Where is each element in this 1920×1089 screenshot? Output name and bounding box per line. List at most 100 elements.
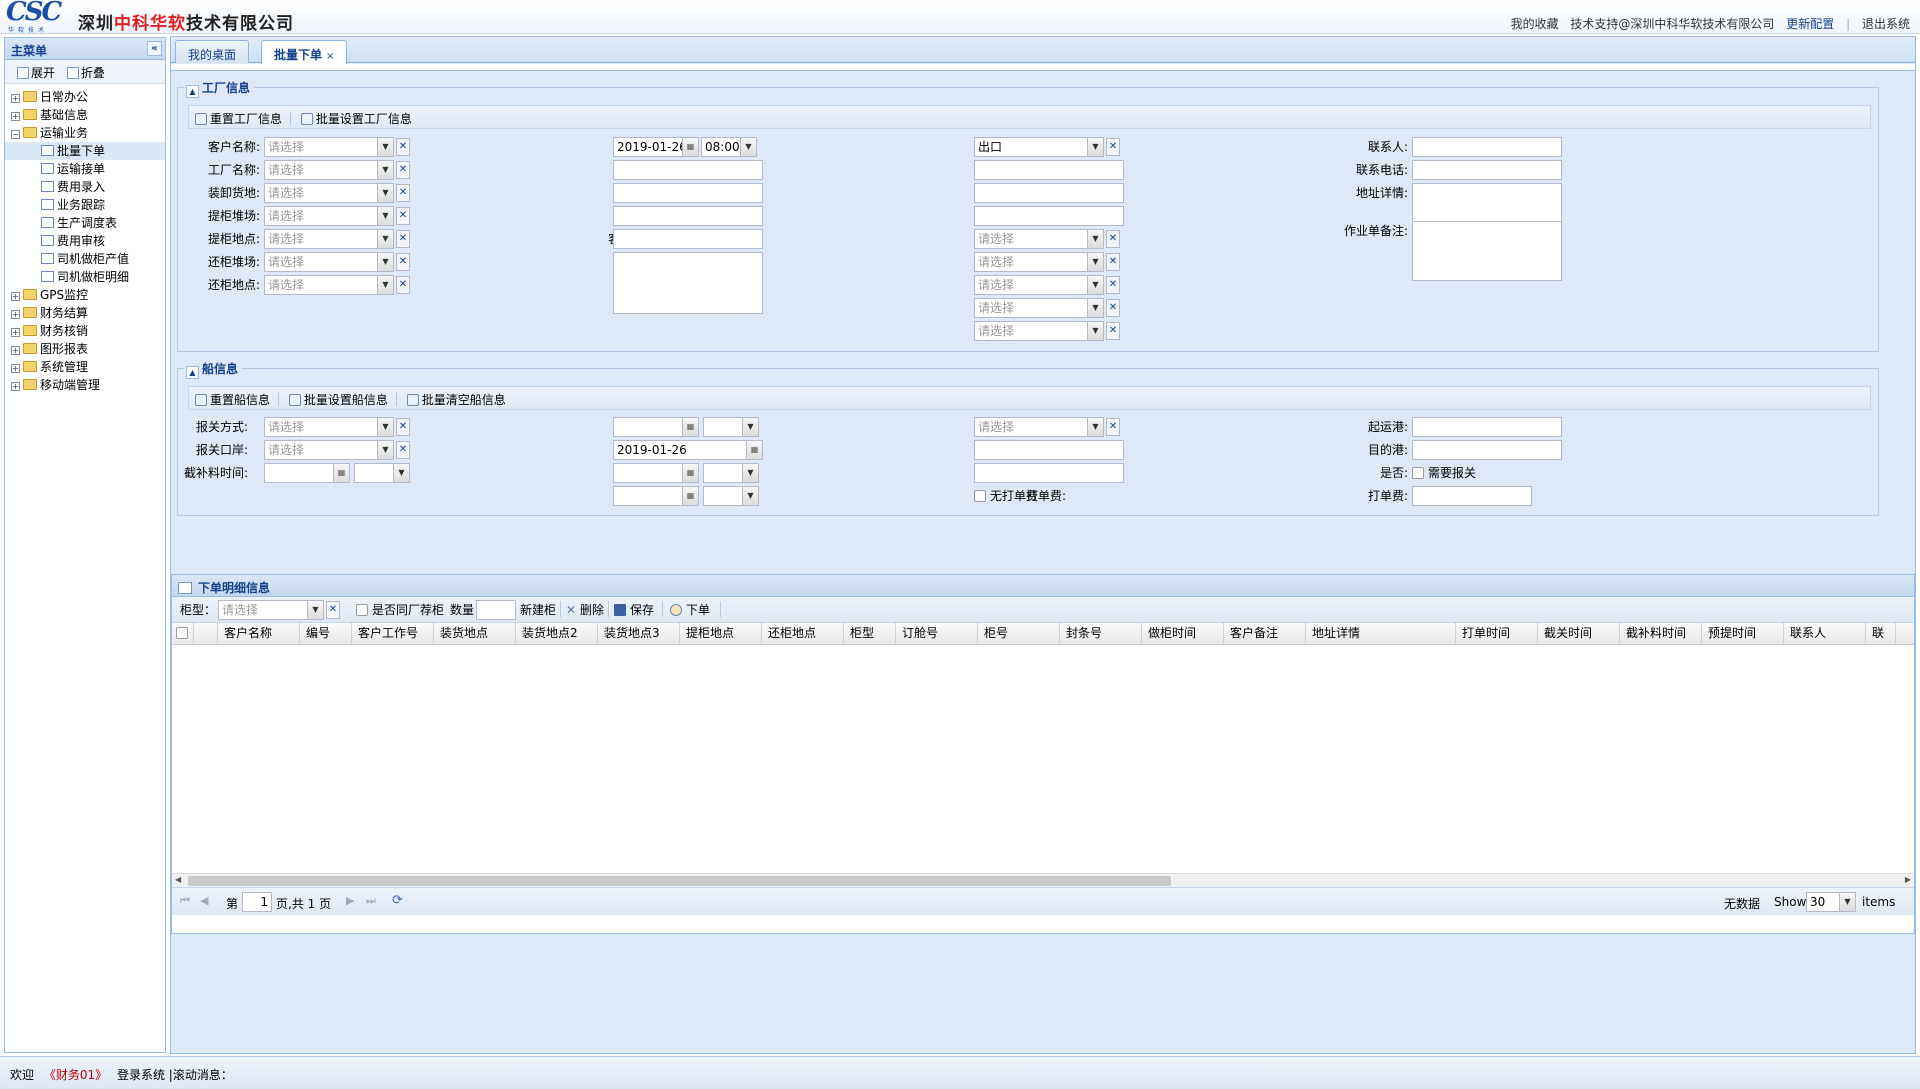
column-header[interactable]: 提柜地点 [680,623,762,644]
delete-button[interactable]: 删除 [580,600,604,620]
chevron-down-icon[interactable]: ▼ [378,440,394,460]
reset-ship-button[interactable]: 重置船信息 [195,391,270,408]
column-header[interactable]: 客户名称 [218,623,300,644]
date-input[interactable]: 2019-01-26 [613,440,747,460]
calendar-icon[interactable]: ▦ [334,463,350,483]
expand-node-icon[interactable]: + [11,328,20,337]
date-input[interactable] [264,463,334,483]
scroll-left-icon[interactable]: ◀ [175,875,181,884]
column-header[interactable]: 打单时间 [1456,623,1538,644]
favorites-link[interactable]: 我的收藏 [1511,17,1559,31]
collapse-sidebar-icon[interactable]: « [147,41,162,56]
prev-page-icon[interactable]: ◀ [200,894,208,907]
date-input[interactable] [613,463,683,483]
sidebar-folder[interactable]: + 移动端管理 [5,376,165,394]
column-header[interactable]: 柜号 [978,623,1060,644]
text-input[interactable] [613,252,763,314]
select-input[interactable]: 请选择 [264,183,378,203]
chevron-down-icon[interactable]: ▼ [378,275,394,295]
column-header[interactable]: 客户工作号 [352,623,434,644]
select-input[interactable]: 请选择 [974,275,1088,295]
text-input[interactable] [974,183,1124,203]
chevron-down-icon[interactable]: ▼ [741,137,757,157]
text-input[interactable] [613,206,763,226]
chevron-down-icon[interactable]: ▼ [378,229,394,249]
sidebar-item[interactable]: 运输接单 [5,160,165,178]
text-input[interactable] [613,183,763,203]
close-tab-icon[interactable]: × [326,51,334,62]
chevron-down-icon[interactable]: ▼ [394,463,410,483]
factory-legend[interactable]: ▲ 工厂信息 [184,80,255,98]
text-input[interactable] [613,160,763,180]
reset-factory-button[interactable]: 重置工厂信息 [195,110,282,127]
new-container-button[interactable]: 新建柜 [520,600,556,620]
expand-all-button[interactable]: 展开 [17,64,55,81]
chevron-down-icon[interactable]: ▼ [1088,275,1104,295]
sidebar-folder[interactable]: + 日常办公 [5,88,165,106]
select-input[interactable]: 出口 [974,137,1088,157]
clear-icon[interactable]: ✕ [396,230,410,248]
select-input[interactable] [703,486,743,506]
expand-node-icon[interactable]: + [11,112,20,121]
chevron-down-icon[interactable]: ▼ [378,137,394,157]
chevron-down-icon[interactable]: ▼ [743,463,759,483]
container-type-select[interactable]: 请选择 [218,600,308,620]
chevron-down-icon[interactable]: ▼ [1088,417,1104,437]
date-input[interactable] [613,417,683,437]
sidebar-folder[interactable]: + 图形报表 [5,340,165,358]
text-input[interactable] [1412,221,1562,281]
support-link[interactable]: 技术支持@深圳中科华软技术有限公司 [1570,17,1774,31]
horizontal-scrollbar[interactable]: ◀ ▶ [172,873,1914,887]
next-page-icon[interactable]: ▶ [346,894,354,907]
collapse-toggle-icon[interactable]: ▲ [186,366,199,379]
expand-node-icon[interactable]: + [11,292,20,301]
collapse-all-button[interactable]: 折叠 [66,64,105,81]
text-input[interactable] [1412,486,1532,506]
text-input[interactable] [613,229,763,249]
collapse-toggle-icon[interactable]: ▲ [186,85,199,98]
select-input[interactable]: 请选择 [264,206,378,226]
place-order-button[interactable]: 下单 [686,600,710,620]
expand-node-icon[interactable]: + [11,382,20,391]
chevron-down-icon[interactable]: ▼ [1840,892,1856,912]
column-header[interactable]: 装货地点 [434,623,516,644]
need-customs-checkbox[interactable] [1412,467,1424,479]
text-input[interactable] [1412,137,1562,157]
column-header[interactable]: 联系人 [1784,623,1866,644]
clear-icon[interactable]: ✕ [1106,299,1120,317]
column-header[interactable]: 装货地点3 [598,623,680,644]
column-header[interactable]: 还柜地点 [762,623,844,644]
chevron-down-icon[interactable]: ▼ [308,600,324,620]
calendar-icon[interactable]: ▦ [747,440,763,460]
sidebar-item[interactable]: 司机做柜产值 [5,250,165,268]
select-input[interactable] [703,463,743,483]
chevron-down-icon[interactable]: ▼ [1088,137,1104,157]
chevron-down-icon[interactable]: ▼ [1088,229,1104,249]
scroll-right-icon[interactable]: ▶ [1905,875,1911,884]
page-number-input[interactable]: 1 [242,892,272,912]
select-input[interactable]: 请选择 [974,229,1088,249]
chevron-down-icon[interactable]: ▼ [378,206,394,226]
select-input[interactable]: 请选择 [264,252,378,272]
sidebar-item[interactable]: 业务跟踪 [5,196,165,214]
date-input[interactable] [613,486,683,506]
sidebar-item[interactable]: 费用审核 [5,232,165,250]
expand-node-icon[interactable]: + [11,364,20,373]
last-page-icon[interactable]: ⏭ [366,894,376,908]
column-header[interactable]: 地址详情 [1306,623,1456,644]
column-header[interactable]: 预提时间 [1702,623,1784,644]
save-button[interactable]: 保存 [630,600,654,620]
text-input[interactable] [1412,160,1562,180]
chevron-down-icon[interactable]: ▼ [1088,252,1104,272]
tab-my-desktop[interactable]: 我的桌面 [175,40,250,63]
sidebar-item[interactable]: 费用录入 [5,178,165,196]
no-fee-checkbox[interactable] [974,490,986,502]
select-input[interactable]: 请选择 [264,440,378,460]
clear-icon[interactable]: ✕ [396,418,410,436]
select-all-checkbox[interactable] [176,627,188,639]
clear-icon[interactable]: ✕ [396,184,410,202]
column-header[interactable]: 截补料时间 [1620,623,1702,644]
sidebar-folder[interactable]: + 基础信息 [5,106,165,124]
scrollbar-thumb[interactable] [188,876,1171,886]
column-header[interactable]: 柜型 [844,623,896,644]
